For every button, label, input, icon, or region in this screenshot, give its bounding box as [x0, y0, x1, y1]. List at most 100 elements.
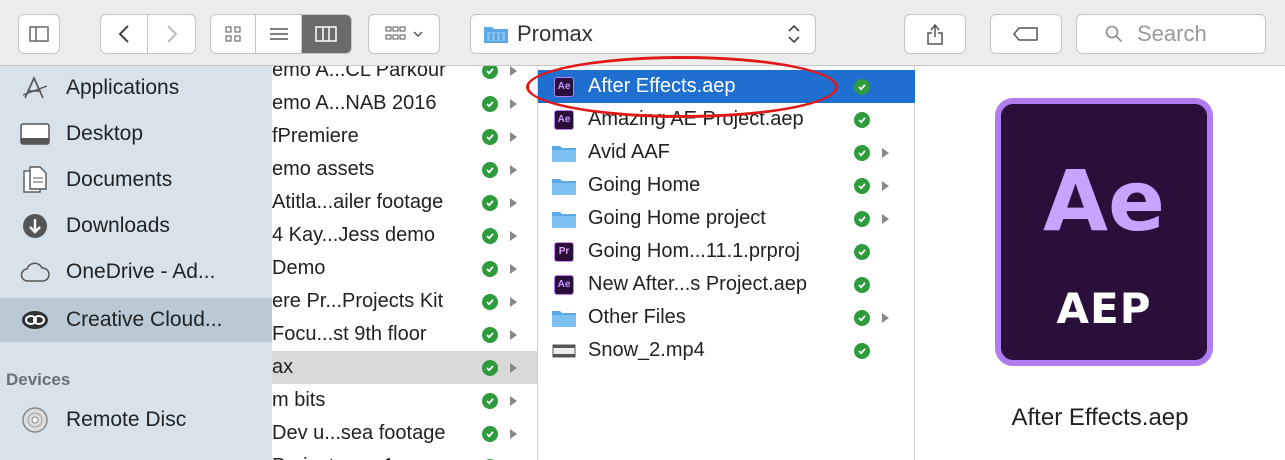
list-item[interactable]: Avid AAF	[538, 136, 915, 169]
synced-check-icon	[854, 309, 870, 326]
disclosure-arrow-icon	[510, 197, 517, 208]
preview-pane: Ae AEP After Effects.aep	[915, 66, 1285, 460]
synced-check-icon	[482, 326, 498, 343]
disclosure-arrow-icon	[510, 296, 517, 307]
sidebar-item-documents[interactable]: Documents	[0, 158, 272, 202]
list-item[interactable]: Atitla...ailer footage	[272, 186, 537, 219]
sidebar-item-label: Creative Cloud...	[66, 308, 223, 331]
sidebar-item-remote-disc[interactable]: Remote Disc	[0, 398, 272, 442]
arrange-button[interactable]	[368, 14, 440, 54]
browser-column-current: Ae After Effects.aep Ae Amazing AE Project.…	[538, 66, 915, 460]
list-item-label: emo assets	[272, 158, 375, 180]
list-item[interactable]: Other Files	[538, 301, 915, 334]
list-item-label: Atitla...ailer footage	[272, 191, 444, 213]
list-item[interactable]: Pr Going Hom...11.1.prproj	[538, 235, 915, 268]
list-item[interactable]: Snow_2.mp4	[538, 334, 915, 367]
list-item-label: Dev u...sea footage	[272, 422, 446, 444]
list-item[interactable]: Demo	[272, 252, 537, 285]
sidebar-icon	[29, 26, 49, 42]
search-icon	[1105, 25, 1123, 43]
back-forward-group	[100, 14, 196, 54]
list-item[interactable]: emo A...CL Parkour	[272, 66, 537, 87]
sidebar-toggle-button[interactable]	[18, 14, 60, 54]
tag-icon	[1013, 27, 1038, 41]
after-effects-file-icon: Ae AEP	[995, 98, 1213, 366]
list-item-label: Demo	[272, 257, 326, 279]
sidebar-item-downloads[interactable]: Downloads	[0, 204, 272, 248]
sidebar-item-label: Documents	[66, 168, 173, 191]
list-item-label: Snow_2.mp4	[588, 339, 705, 361]
creative-cloud-icon	[20, 305, 50, 335]
arrange-grid-icon	[385, 26, 406, 40]
synced-check-icon	[854, 276, 870, 293]
sidebar-item-onedrive[interactable]: OneDrive - Ad...	[0, 250, 272, 294]
disclosure-arrow-icon	[510, 428, 517, 439]
sidebar-item-label: Desktop	[66, 122, 144, 145]
list-item-label: emo A...CL Parkour	[272, 66, 446, 81]
browser-column-parent: emo A...CL Parkour emo A...NAB 2016 fPremi…	[272, 66, 538, 460]
grid-icon	[225, 26, 241, 42]
list-item[interactable]: Ae Amazing AE Project.aep	[538, 103, 915, 136]
list-item[interactable]: Going Home	[538, 169, 915, 202]
after-effects-file-icon: Ae	[550, 274, 578, 295]
disclosure-arrow-icon	[510, 395, 517, 406]
synced-check-icon	[854, 111, 870, 128]
sidebar-item-creative-cloud[interactable]: Creative Cloud...	[0, 298, 272, 342]
sidebar: Applications Desktop Documents Downloads…	[0, 66, 272, 460]
sidebar-item-applications[interactable]: Applications	[0, 66, 272, 110]
search-field[interactable]: Search	[1076, 14, 1266, 54]
list-item[interactable]: 4 Kay...Jess demo	[272, 219, 537, 252]
list-item[interactable]: m bits	[272, 384, 537, 417]
back-button[interactable]	[101, 15, 149, 53]
view-mode-group	[210, 14, 352, 54]
synced-check-icon	[854, 78, 870, 95]
column-view-button[interactable]	[301, 15, 351, 53]
list-item[interactable]: emo A...NAB 2016	[272, 87, 537, 120]
list-item-label: Focu...st 9th floor	[272, 323, 427, 345]
list-item[interactable]: Going Home project	[538, 202, 915, 235]
list-item[interactable]: ere Pr...Projects Kit	[272, 285, 537, 318]
list-item[interactable]: fPremiere	[272, 120, 537, 153]
list-item[interactable]: Projects ver 1	[272, 450, 537, 460]
disclosure-arrow-icon	[510, 362, 517, 373]
synced-check-icon	[482, 194, 498, 211]
list-item[interactable]: Focu...st 9th floor	[272, 318, 537, 351]
preview-file-name: After Effects.aep	[1011, 404, 1189, 431]
list-item-label: Going Home	[588, 174, 701, 196]
synced-check-icon	[482, 66, 498, 79]
path-popup[interactable]: Promax	[470, 14, 816, 54]
folder-icon	[484, 27, 508, 43]
disclosure-arrow-icon	[510, 66, 517, 76]
disclosure-arrow-icon	[882, 180, 889, 191]
folder-icon	[550, 143, 578, 163]
list-item[interactable]: Dev u...sea footage	[272, 417, 537, 450]
forward-button[interactable]	[148, 15, 195, 53]
list-view-button[interactable]	[256, 15, 302, 53]
disclosure-arrow-icon	[510, 98, 517, 109]
synced-check-icon	[482, 293, 498, 310]
sidebar-item-desktop[interactable]: Desktop	[0, 112, 272, 156]
applications-icon	[20, 73, 50, 103]
share-button[interactable]	[904, 14, 966, 54]
list-item[interactable]: Ae New After...s Project.aep	[538, 268, 915, 301]
updown-chevron-icon	[788, 24, 800, 44]
synced-check-icon	[482, 359, 498, 376]
folder-icon	[550, 176, 578, 196]
tag-button[interactable]	[990, 14, 1062, 54]
list-item[interactable]: ax	[272, 351, 537, 384]
sidebar-item-label: Downloads	[66, 214, 170, 237]
sidebar-item-label: Remote Disc	[66, 408, 187, 431]
list-item-label: Amazing AE Project.aep	[588, 108, 804, 130]
synced-check-icon	[482, 425, 498, 442]
search-placeholder: Search	[1137, 21, 1207, 46]
list-item[interactable]: emo assets	[272, 153, 537, 186]
list-item-label: Going Home project	[588, 207, 766, 229]
icon-extension: AEP	[1056, 284, 1152, 333]
list-item-label: m bits	[272, 389, 326, 411]
synced-check-icon	[482, 161, 498, 178]
premiere-file-icon: Pr	[550, 241, 578, 262]
icon-view-button[interactable]	[211, 15, 257, 53]
toolbar: Promax Search	[0, 0, 1285, 66]
list-item-label: ax	[272, 356, 294, 378]
list-item[interactable]: Ae After Effects.aep	[538, 70, 915, 103]
